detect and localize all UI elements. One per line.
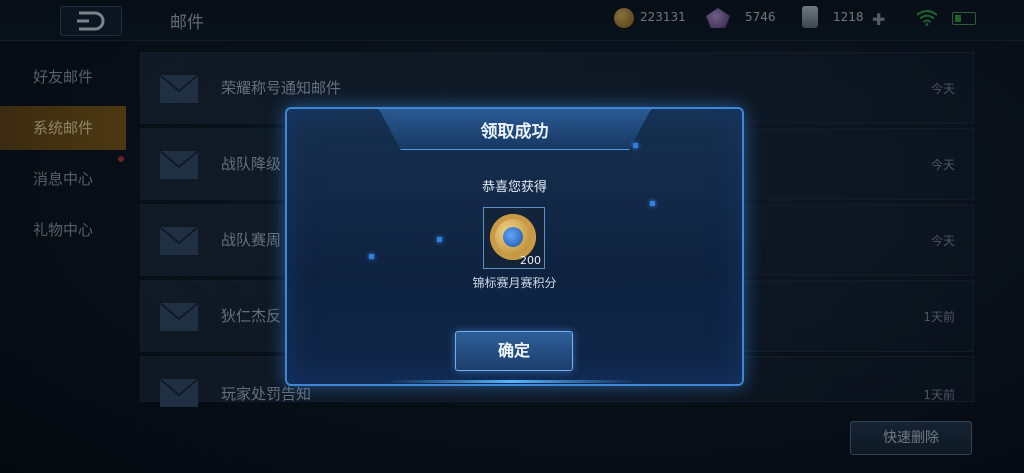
reward-slot[interactable]: 200 [483, 207, 545, 269]
decor-spark [369, 254, 374, 259]
confirm-button[interactable]: 确定 [455, 331, 573, 371]
decor-spark [650, 201, 655, 206]
decor-spark [633, 143, 638, 148]
dialog-title: 领取成功 [480, 122, 549, 142]
decor-spark [437, 237, 442, 242]
reward-quantity: 200 [520, 254, 541, 267]
dialog-subtitle: 恭喜您获得 [481, 180, 547, 195]
reward-name: 锦标赛月赛积分 [472, 276, 557, 290]
medal-core [503, 227, 523, 247]
reward-dialog: 领取成功 恭喜您获得 200 锦标赛月赛积分 确定 [285, 107, 744, 386]
decor-glow [387, 380, 637, 383]
